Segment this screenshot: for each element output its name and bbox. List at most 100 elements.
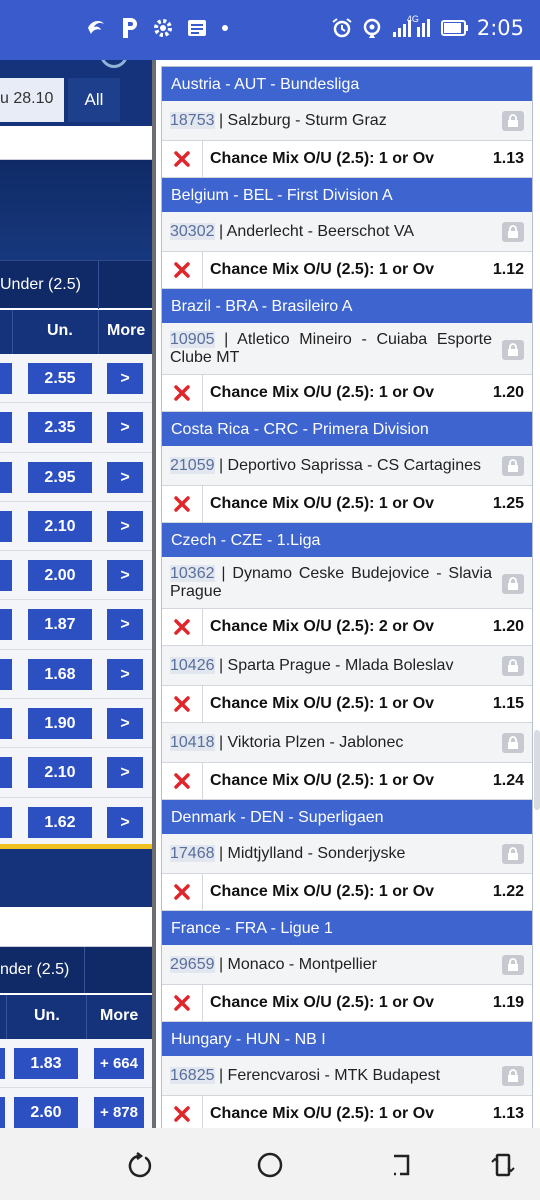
column-divider <box>12 310 13 354</box>
lock-icon <box>502 222 524 242</box>
bet-selection-row: Chance Mix O/U (2.5): 1 or Ov 1.13 <box>162 1096 532 1128</box>
odds-button-partial[interactable] <box>0 806 12 838</box>
odds-button-partial[interactable] <box>0 708 12 740</box>
scroll-handle[interactable] <box>534 730 540 810</box>
under-odds-button[interactable]: 2.35 <box>28 412 92 444</box>
section-banner <box>0 849 152 907</box>
match-code: 17468 <box>170 845 215 862</box>
more-button[interactable]: > <box>107 757 143 789</box>
back-icon[interactable] <box>386 1150 416 1180</box>
bet-selection-row: Chance Mix O/U (2.5): 1 or Ov 1.25 <box>162 486 532 523</box>
odds-button-partial[interactable] <box>0 1097 5 1128</box>
under-odds-button[interactable]: 2.55 <box>28 363 92 394</box>
more-button[interactable]: > <box>107 412 143 444</box>
match-code: 10426 <box>170 657 215 674</box>
bet-market-label: Chance Mix O/U (2.5): 1 or Ov <box>210 261 435 278</box>
col-under-label: Un. <box>47 322 73 339</box>
remove-selection-icon[interactable] <box>173 384 191 402</box>
match-row: 16825 | Ferencvarosi - MTK Budapest <box>162 1056 532 1096</box>
remove-selection-icon[interactable] <box>173 883 191 901</box>
status-time: 2:05 <box>476 16 524 40</box>
odds-button-partial[interactable] <box>0 412 12 444</box>
col-more-label: More <box>100 1007 139 1024</box>
odds-button-partial[interactable] <box>0 461 12 493</box>
more-button[interactable]: > <box>107 609 143 641</box>
bet-market-label: Chance Mix O/U (2.5): 2 or Ov <box>210 618 435 635</box>
code-separator: | <box>214 457 228 474</box>
home-icon[interactable] <box>255 1150 285 1180</box>
under-odds-button[interactable]: 1.62 <box>28 806 92 838</box>
odds-row: 2.00 > <box>0 551 152 601</box>
more-button[interactable]: > <box>107 708 143 740</box>
under-odds-button[interactable]: 2.95 <box>28 461 92 493</box>
league-header: Hungary - HUN - NB I <box>162 1022 532 1056</box>
lock-icon <box>502 1066 524 1086</box>
league-header: Costa Rica - CRC - Primera Division <box>162 412 532 446</box>
row-divider <box>202 609 203 646</box>
more-button[interactable]: > <box>107 461 143 493</box>
p-icon <box>123 18 137 38</box>
odds-row: 2.35 > <box>0 403 152 453</box>
match-code: 21059 <box>170 457 215 474</box>
network-label: 4G <box>406 14 419 24</box>
row-divider <box>202 763 203 800</box>
rotate-icon[interactable] <box>488 1150 518 1180</box>
under-odds-button[interactable]: 1.90 <box>28 708 92 740</box>
odds-row: 1.62 > <box>0 797 152 847</box>
more-button[interactable]: > <box>107 363 143 394</box>
date-tab[interactable]: u 28.10 <box>0 78 64 122</box>
market-header: Under (2.5) <box>0 260 152 309</box>
remove-selection-icon[interactable] <box>173 772 191 790</box>
lock-icon <box>502 111 524 131</box>
bet-selection-row: Chance Mix O/U (2.5): 1 or Ov 1.22 <box>162 874 532 911</box>
odds-button-partial[interactable] <box>0 510 12 542</box>
more-markets-button[interactable]: + 664 <box>94 1048 144 1079</box>
remove-selection-icon[interactable] <box>173 261 191 279</box>
odds-button-partial[interactable] <box>0 363 12 394</box>
league-header: Belgium - BEL - First Division A <box>162 178 532 212</box>
divider-strip <box>0 907 152 947</box>
under-odds-button[interactable]: 1.83 <box>14 1048 78 1079</box>
remove-selection-icon[interactable] <box>173 618 191 636</box>
under-odds-button[interactable]: 2.10 <box>28 510 92 542</box>
odds-list: 2.55 > 2.35 > 2.95 > 2.10 > 2.00 > 1.87 > 1.68… <box>0 354 152 847</box>
odds-button-partial[interactable] <box>0 560 12 592</box>
recent-apps-icon[interactable] <box>124 1150 154 1180</box>
remove-selection-icon[interactable] <box>173 150 191 168</box>
odds-button-partial[interactable] <box>0 609 12 641</box>
odds-row: 2.95 > <box>0 452 152 502</box>
odds-button-partial[interactable] <box>0 757 12 789</box>
all-tab[interactable]: All <box>68 78 120 122</box>
league-header: Czech - CZE - 1.Liga <box>162 523 532 557</box>
more-markets-button[interactable]: + 878 <box>94 1097 144 1128</box>
odds-button-partial[interactable] <box>0 1048 5 1079</box>
code-separator: | <box>214 657 228 674</box>
match-row: 29659 | Monaco - Montpellier <box>162 945 532 985</box>
column-divider <box>98 310 99 354</box>
remove-selection-icon[interactable] <box>173 1105 191 1123</box>
under-odds-button[interactable]: 1.87 <box>28 609 92 641</box>
lock-icon <box>502 955 524 975</box>
under-odds-button[interactable]: 2.10 <box>28 757 92 789</box>
bet-selection-row: Chance Mix O/U (2.5): 2 or Ov 1.20 <box>162 609 532 646</box>
remove-selection-icon[interactable] <box>173 495 191 513</box>
more-button[interactable]: > <box>107 560 143 592</box>
more-button[interactable]: > <box>107 806 143 838</box>
bet-odds: 1.13 <box>492 150 524 167</box>
under-odds-button[interactable]: 2.00 <box>28 560 92 592</box>
bet-odds: 1.20 <box>492 618 524 635</box>
bet-selection-row: Chance Mix O/U (2.5): 1 or Ov 1.13 <box>162 141 532 178</box>
row-divider <box>202 375 203 412</box>
code-separator: | <box>214 565 233 582</box>
under-odds-button[interactable]: 1.68 <box>28 658 92 690</box>
bet-market-label: Chance Mix O/U (2.5): 1 or Ov <box>210 384 435 401</box>
odds-button-partial[interactable] <box>0 658 12 690</box>
more-button[interactable]: > <box>107 658 143 690</box>
flag-icon <box>88 20 104 34</box>
odds-row: 2.60 + 878 <box>0 1088 152 1128</box>
remove-selection-icon[interactable] <box>173 994 191 1012</box>
under-odds-button[interactable]: 2.60 <box>14 1097 78 1128</box>
column-header: Un. More <box>0 995 152 1039</box>
more-button[interactable]: > <box>107 510 143 542</box>
remove-selection-icon[interactable] <box>173 695 191 713</box>
